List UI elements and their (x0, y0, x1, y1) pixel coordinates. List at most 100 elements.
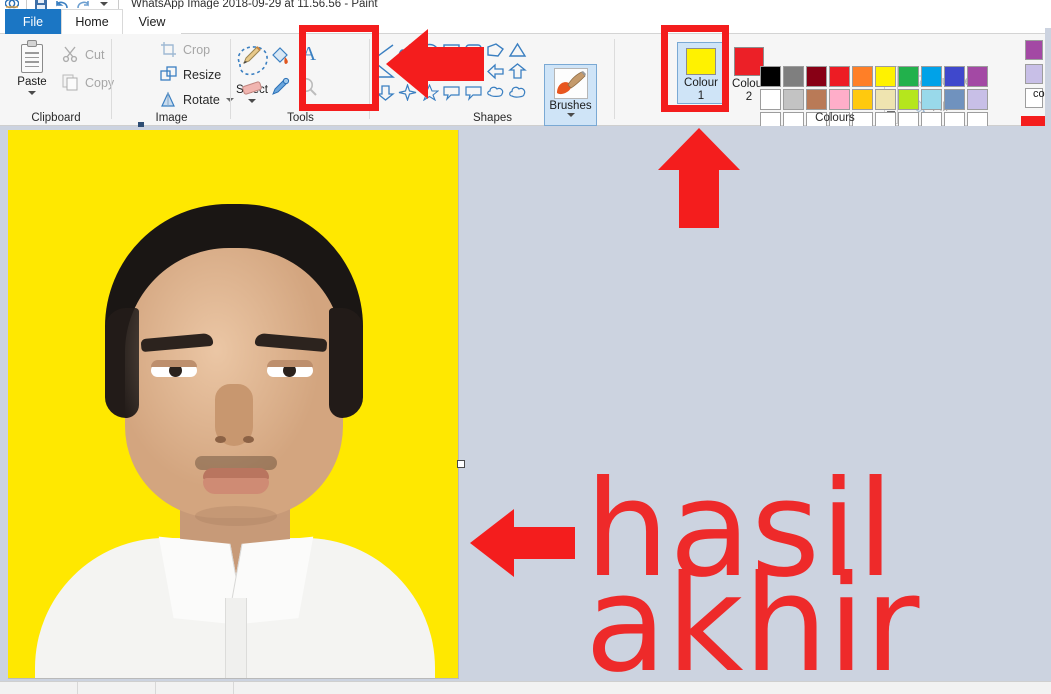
paste-button[interactable]: Paste (8, 38, 56, 106)
line-shape[interactable] (376, 42, 395, 59)
colour-palette[interactable] (760, 66, 990, 135)
cloud-shape[interactable] (508, 84, 527, 101)
resize-icon (160, 66, 177, 83)
resize-button[interactable]: Resize (160, 66, 221, 83)
sliver-swatch-purple (1025, 40, 1043, 60)
resize-label: Resize (183, 67, 222, 82)
paint-window: WhatsApp Image 2018-09-29 at 11.56.56 - … (0, 0, 1051, 694)
canvas-workspace[interactable]: hasil akhir jagoankode (0, 122, 1051, 692)
four-point-star-shape[interactable] (398, 83, 417, 102)
crop-icon (160, 41, 177, 58)
crop-label: Crop (183, 42, 211, 57)
pencil-icon[interactable] (241, 44, 263, 66)
colour2-label-line2: 2 (745, 91, 753, 103)
triangle-shape[interactable] (508, 42, 527, 59)
canvas-resize-handle-top[interactable] (138, 122, 144, 127)
paste-dropdown-caret-icon[interactable] (28, 91, 36, 95)
pentagon-shape[interactable] (420, 63, 439, 80)
swatch-white[interactable] (760, 89, 781, 110)
rectangle-shape[interactable] (442, 42, 461, 59)
sliver-swatch-lavender (1025, 64, 1043, 84)
status-bar (0, 681, 1051, 694)
swatch-lime[interactable] (898, 89, 919, 110)
copy-icon (62, 74, 79, 91)
diamond-shape[interactable] (398, 63, 417, 80)
right-triangle-shape[interactable] (376, 63, 395, 80)
five-point-star-shape[interactable] (419, 83, 440, 102)
group-image: Select Crop Resize (112, 34, 268, 126)
hexagon-shape[interactable] (442, 63, 461, 80)
tab-file[interactable]: File (5, 9, 61, 34)
status-cell-2 (78, 682, 156, 694)
swatch-turquoise[interactable] (921, 66, 942, 87)
swatch-indigo[interactable] (944, 66, 965, 87)
rounded-rectangle-callout-shape[interactable] (442, 84, 461, 101)
swatch-grey[interactable] (783, 66, 804, 87)
cut-label: Cut (85, 47, 105, 62)
palette-row-1 (760, 66, 990, 89)
down-arrow-shape[interactable] (376, 84, 395, 101)
rounded-rectangle-shape[interactable] (464, 42, 483, 59)
oval-callout-shape[interactable] (464, 84, 483, 101)
swatch-orange[interactable] (852, 66, 873, 87)
text-icon[interactable]: A (297, 43, 321, 67)
colour-picker-icon[interactable] (269, 76, 291, 98)
group-shapes: Outline Fill Shapes (370, 34, 985, 126)
magnifier-icon[interactable] (297, 76, 319, 98)
swatch-black[interactable] (760, 66, 781, 87)
tab-view[interactable]: View (123, 9, 181, 34)
colour1-swatch (686, 48, 716, 75)
left-arrow-shape[interactable] (486, 63, 505, 80)
right-arrow-shape[interactable] (464, 63, 483, 80)
swatch-gold[interactable] (852, 89, 873, 110)
crop-button[interactable]: Crop (160, 41, 210, 58)
ribbon-tab-strip: File Home View (0, 9, 1051, 34)
tab-home[interactable]: Home (61, 9, 123, 34)
up-arrow-shape[interactable] (508, 63, 527, 80)
polygon-shape[interactable] (486, 42, 505, 59)
rotate-button[interactable]: Rotate (160, 91, 234, 108)
copy-button[interactable]: Copy (62, 74, 114, 91)
copy-label: Copy (85, 75, 115, 90)
tab-home-label: Home (75, 15, 109, 29)
swatch-lavender[interactable] (967, 89, 988, 110)
swatch-red[interactable] (829, 66, 850, 87)
ribbon: Paste Cut Copy Clipboard Crop Resize Rot… (0, 28, 1051, 160)
swatch-rose[interactable] (829, 89, 850, 110)
swatch-light-turquoise[interactable] (921, 89, 942, 110)
eraser-icon[interactable] (241, 76, 263, 98)
colour1-button[interactable]: Colour 1 (677, 42, 725, 104)
palette-row-2 (760, 89, 990, 112)
clipboard-icon (18, 40, 46, 74)
canvas-resize-handle-right[interactable] (457, 460, 465, 468)
group-shapes-label: Shapes (472, 112, 512, 124)
group-colours-label: Colours (815, 112, 855, 124)
swatch-yellow[interactable] (875, 66, 896, 87)
fill-with-colour-icon[interactable] (269, 44, 291, 66)
paste-label: Paste (17, 76, 47, 88)
rotate-label: Rotate (183, 92, 220, 107)
oval-shape[interactable] (420, 42, 439, 59)
group-clipboard-label: Clipboard (31, 112, 81, 124)
annotation-akhir: akhir (585, 548, 920, 694)
cut-button[interactable]: Cut (62, 46, 104, 63)
curve-shape[interactable] (398, 42, 417, 59)
portrait-photo (35, 188, 435, 678)
cloud-callout-shape[interactable] (486, 84, 505, 101)
group-clipboard: Paste Cut Copy Clipboard (0, 34, 114, 126)
swatch-dark-red[interactable] (806, 66, 827, 87)
group-image-label: Image (155, 112, 188, 124)
status-cell-4 (234, 682, 1051, 694)
tab-view-label: View (138, 14, 166, 29)
group-tools-label: Tools (287, 112, 314, 124)
swatch-green[interactable] (898, 66, 919, 87)
rotate-icon (160, 91, 177, 108)
swatch-light-grey[interactable] (783, 89, 804, 110)
sliver-text: co (1033, 88, 1045, 100)
image-canvas[interactable] (8, 130, 459, 679)
swatch-purple[interactable] (967, 66, 988, 87)
swatch-light-yellow[interactable] (875, 89, 896, 110)
swatch-blue-grey[interactable] (944, 89, 965, 110)
scissors-icon (62, 46, 79, 63)
swatch-brown[interactable] (806, 89, 827, 110)
